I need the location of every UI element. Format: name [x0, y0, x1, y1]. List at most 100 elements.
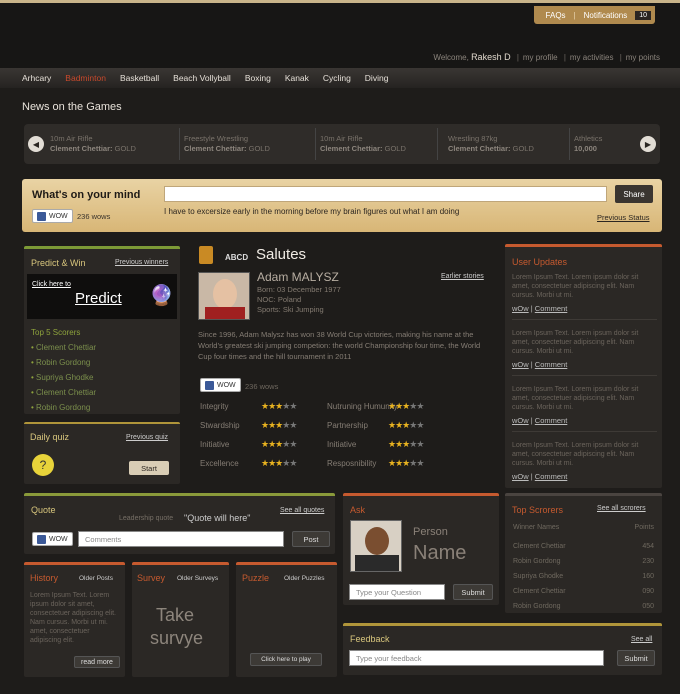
predict-box[interactable]: Click here to Predict 🔮 — [27, 274, 177, 319]
feedback-input[interactable]: Type your feedback — [349, 650, 604, 666]
ask-submit-button[interactable]: Submit — [453, 584, 493, 600]
see-all-quotes-link[interactable]: See all quotes — [280, 507, 324, 514]
take-survey-text[interactable]: Take — [156, 605, 194, 626]
click-to-play-button[interactable]: Click here to play — [250, 653, 322, 666]
comment-link[interactable]: Comment — [535, 472, 568, 481]
nav-item-diving[interactable]: Diving — [365, 73, 389, 83]
news-item[interactable]: Athletics 10,000 — [570, 128, 636, 160]
older-posts-link[interactable]: Older Posts — [79, 575, 113, 582]
athlete-noc: NOC: Poland — [257, 295, 302, 304]
status-input[interactable] — [164, 186, 607, 202]
athlete-photo — [198, 272, 250, 320]
post-button[interactable]: Post — [292, 531, 330, 547]
rating-label: Resposnibility — [327, 459, 377, 468]
star-icon[interactable]: ★ — [416, 458, 424, 468]
star-icon[interactable]: ★ — [416, 420, 424, 430]
table-row[interactable]: Robin Gordong 050 — [505, 599, 662, 614]
nav-item-badminton[interactable]: Badminton — [65, 73, 106, 83]
star-rating[interactable]: ★★★★★ — [261, 458, 297, 469]
feedback-panel: Feedback See all Type your feedback Subm… — [343, 623, 662, 675]
faqs-link[interactable]: FAQs — [546, 11, 566, 20]
nav-item-archery[interactable]: Arhcary — [22, 73, 51, 83]
wow-link[interactable]: wOw — [512, 360, 529, 369]
wow-button[interactable]: WOW — [200, 378, 241, 392]
star-rating[interactable]: ★★★★★ — [388, 420, 424, 431]
see-all-feedback-link[interactable]: See all — [631, 636, 652, 643]
start-button[interactable]: Start — [129, 461, 169, 475]
list-item[interactable]: Supriya Ghodke — [31, 373, 93, 382]
feedback-submit-button[interactable]: Submit — [617, 650, 655, 666]
news-item[interactable]: Wrestling 87kg Clement Chettiar: GOLD — [444, 128, 570, 160]
news-item[interactable]: Freestyle Wrestling Clement Chettiar: GO… — [180, 128, 316, 160]
daily-quiz-panel: Daily quiz Previous quiz ? Start — [24, 422, 180, 484]
star-rating[interactable]: ★★★★★ — [261, 439, 297, 450]
nav-item-cycling[interactable]: Cycling — [323, 73, 351, 83]
feedback-title: Feedback — [350, 634, 390, 644]
wow-button[interactable]: WOW — [32, 532, 73, 546]
comments-input[interactable]: Comments — [78, 531, 284, 547]
click-here-link[interactable]: Click here to — [32, 281, 71, 288]
prev-arrow-icon[interactable]: ◀ — [28, 136, 44, 152]
table-row[interactable]: Clement Chettiar 454 — [505, 539, 662, 554]
predict-link[interactable]: Predict — [75, 290, 122, 307]
nav-item-beach-volleyball[interactable]: Beach Vollyball — [173, 73, 231, 83]
previous-status-link[interactable]: Previous Status — [597, 213, 650, 222]
share-button[interactable]: Share — [615, 185, 653, 203]
notifications-link[interactable]: Notifications — [584, 11, 628, 20]
comment-link[interactable]: Comment — [535, 304, 568, 313]
star-icon[interactable]: ★ — [416, 401, 424, 411]
star-rating[interactable]: ★★★★★ — [261, 420, 297, 431]
star-icon[interactable]: ★ — [289, 420, 297, 430]
rating-label: Excellence — [200, 459, 239, 468]
earlier-stories-link[interactable]: Earlier stories — [441, 273, 484, 280]
athlete-sport: Sports: Ski Jumping — [257, 305, 324, 314]
wow-button[interactable]: WOW — [32, 209, 73, 223]
my-points-link[interactable]: my points — [626, 53, 660, 62]
nav-item-kanak[interactable]: Kanak — [285, 73, 309, 83]
news-carousel: ◀ 10m Air Rifle Clement Chettiar: GOLD F… — [24, 124, 660, 164]
wow-link[interactable]: wOw — [512, 472, 529, 481]
news-item[interactable]: 10m Air Rifle Clement Chettiar: GOLD — [316, 128, 438, 160]
see-all-scorers-link[interactable]: See all scrorers — [597, 505, 646, 512]
history-panel: History Older Posts Lorem Ipsum Text. Lo… — [24, 562, 125, 677]
my-activities-link[interactable]: my activities — [570, 53, 614, 62]
table-row[interactable]: Supriya Ghodke 160 — [505, 569, 662, 584]
star-rating[interactable]: ★★★★★ — [388, 458, 424, 469]
read-more-button[interactable]: read more — [74, 656, 120, 668]
star-icon[interactable]: ★ — [416, 439, 424, 449]
puzzle-panel: Puzzle Older Puzzles Click here to play — [236, 562, 337, 677]
wow-link[interactable]: wOw — [512, 416, 529, 425]
top-scorers-title: Top Scrorers — [512, 505, 564, 515]
list-item[interactable]: Clement Chettiar — [31, 343, 96, 352]
older-surveys-link[interactable]: Older Surveys — [177, 575, 218, 582]
question-input[interactable]: Type your Question — [349, 584, 445, 600]
wow-link[interactable]: wOw — [512, 304, 529, 313]
news-item[interactable]: 10m Air Rifle Clement Chettiar: GOLD — [46, 128, 180, 160]
update-text: Lorem Ipsum Text. Lorem ipsum dolor sit … — [512, 330, 639, 355]
comment-link[interactable]: Comment — [535, 360, 568, 369]
previous-quiz-link[interactable]: Previous quiz — [126, 434, 168, 441]
list-item[interactable]: Clement Chettiar — [31, 388, 96, 397]
star-rating[interactable]: ★★★★★ — [261, 401, 297, 412]
table-row[interactable]: Robin Gordong 230 — [505, 554, 662, 569]
update-item: Lorem Ipsum Text. Lorem ipsum dolor sit … — [512, 385, 657, 432]
star-icon[interactable]: ★ — [289, 439, 297, 449]
list-item[interactable]: Robin Gordong — [31, 403, 90, 412]
next-arrow-icon[interactable]: ▶ — [640, 136, 656, 152]
comment-link[interactable]: Comment — [535, 416, 568, 425]
nav-item-basketball[interactable]: Basketball — [120, 73, 159, 83]
survye-text[interactable]: survye — [150, 628, 203, 649]
nav-item-boxing[interactable]: Boxing — [245, 73, 271, 83]
older-puzzles-link[interactable]: Older Puzzles — [284, 575, 324, 582]
star-icon[interactable]: ★ — [289, 401, 297, 411]
star-rating[interactable]: ★★★★★ — [388, 401, 424, 412]
user-updates-panel: User Updates Lorem Ipsum Text. Lorem ips… — [505, 244, 662, 488]
my-profile-link[interactable]: my profile — [523, 53, 558, 62]
table-row[interactable]: Clement Chettiar 090 — [505, 584, 662, 599]
list-item[interactable]: Robin Gordong — [31, 358, 90, 367]
quote-panel: Quote See all quotes Leadership quote "Q… — [24, 493, 335, 554]
star-icon[interactable]: ★ — [289, 458, 297, 468]
quote-label: Leadership quote — [119, 515, 174, 522]
previous-winners-link[interactable]: Previous winners — [115, 259, 168, 266]
star-rating[interactable]: ★★★★★ — [388, 439, 424, 450]
